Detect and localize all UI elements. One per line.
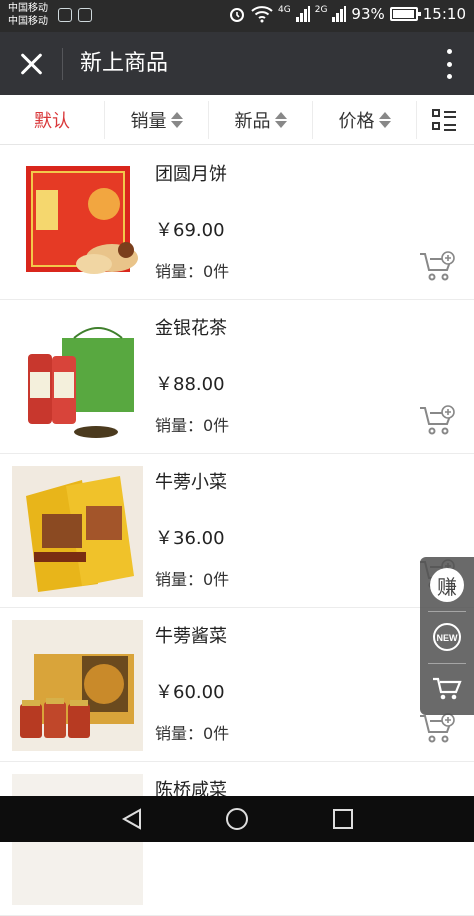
gallery-app-icon: [78, 8, 92, 22]
alarm-icon: [230, 8, 245, 22]
sort-price-tab[interactable]: 价格: [313, 95, 416, 145]
product-price: ￥69.00: [155, 220, 225, 241]
page-title: 新上商品: [80, 51, 169, 76]
add-to-cart-icon[interactable]: [418, 712, 456, 744]
signal-1-icon: [295, 6, 310, 22]
sort-sales-label: 销量: [130, 111, 167, 132]
add-to-cart-icon[interactable]: [418, 250, 456, 282]
shopping-cart-button[interactable]: [420, 663, 474, 715]
network-1-label: 4G: [278, 5, 291, 15]
network-2-label: 2G: [314, 5, 328, 15]
sort-new-tab[interactable]: 新品: [209, 95, 312, 145]
sort-separator: [416, 101, 417, 139]
title-divider: [62, 48, 63, 80]
sort-arrows-icon: [170, 112, 183, 128]
wifi-icon: [251, 6, 273, 23]
system-nav-bar: [0, 796, 474, 842]
sort-default-tab[interactable]: 默认: [0, 95, 104, 145]
title-bar: 新上商品: [0, 32, 474, 95]
sort-sales-tab[interactable]: 销量: [105, 95, 208, 145]
sort-new-label: 新品: [234, 111, 271, 132]
battery-percent: 93%: [351, 5, 385, 23]
list-item[interactable]: 牛蒡酱菜 ￥60.00 销量：0件: [0, 608, 474, 762]
floating-panel: 赚 NEW: [420, 557, 474, 715]
product-price: ￥36.00: [155, 528, 225, 549]
sort-price-label: 价格: [338, 111, 375, 132]
sort-arrows-icon: [378, 112, 391, 128]
add-to-cart-icon[interactable]: [418, 404, 456, 436]
product-image-tea[interactable]: [12, 312, 143, 443]
sort-default-label: 默认: [34, 111, 70, 132]
carrier-2: 中国移动: [8, 16, 48, 27]
status-right: 4G 2G 93% 15:10: [228, 5, 466, 23]
notification-icons: [58, 8, 92, 22]
product-price: ￥88.00: [155, 374, 225, 395]
product-sales: 销量：0件: [155, 416, 230, 435]
earn-button[interactable]: 赚: [420, 559, 474, 611]
new-badge-icon: NEW: [433, 623, 461, 651]
status-bar: 中国移动 中国移动 4G 2G 93% 15:10: [0, 0, 474, 32]
product-image-burdock-sauce[interactable]: [12, 620, 143, 751]
sort-bar: 默认 销量 新品 价格: [0, 95, 474, 145]
more-vertical-icon[interactable]: [444, 49, 454, 79]
home-icon[interactable]: [225, 807, 249, 831]
product-image-mooncake[interactable]: [12, 158, 143, 289]
sort-arrows-icon: [274, 112, 287, 128]
list-item[interactable]: 牛蒡小菜 ￥36.00 销量：0件: [0, 454, 474, 608]
shopping-cart-icon: [433, 677, 462, 700]
list-item[interactable]: 金银花茶 ￥88.00 销量：0件: [0, 300, 474, 454]
list-item[interactable]: 团圆月饼 ￥69.00 销量：0件: [0, 146, 474, 300]
new-badge-text: NEW: [437, 633, 459, 643]
product-sales: 销量：0件: [155, 570, 230, 589]
product-sales: 销量：0件: [155, 262, 230, 281]
product-sales: 销量：0件: [155, 724, 230, 743]
signal-2-icon: [332, 6, 347, 22]
grid-list-icon[interactable]: [432, 109, 456, 131]
product-price: ￥60.00: [155, 682, 225, 703]
product-name[interactable]: 团圆月饼: [155, 160, 227, 186]
battery-icon: [389, 7, 421, 21]
carrier-1: 中国移动: [8, 3, 48, 14]
carrier-info: 中国移动 中国移动: [8, 2, 48, 28]
clock-time: 15:10: [422, 5, 466, 23]
new-products-button[interactable]: NEW: [420, 611, 474, 663]
health-app-icon: [58, 8, 72, 22]
earn-label: 赚: [430, 568, 464, 602]
recents-icon[interactable]: [331, 807, 355, 831]
close-icon[interactable]: [14, 47, 48, 81]
product-image-burdock-snack[interactable]: [12, 466, 143, 597]
product-name[interactable]: 金银花茶: [155, 314, 227, 340]
back-icon[interactable]: [120, 807, 144, 831]
product-name[interactable]: 牛蒡小菜: [155, 468, 227, 494]
product-name[interactable]: 牛蒡酱菜: [155, 622, 227, 648]
